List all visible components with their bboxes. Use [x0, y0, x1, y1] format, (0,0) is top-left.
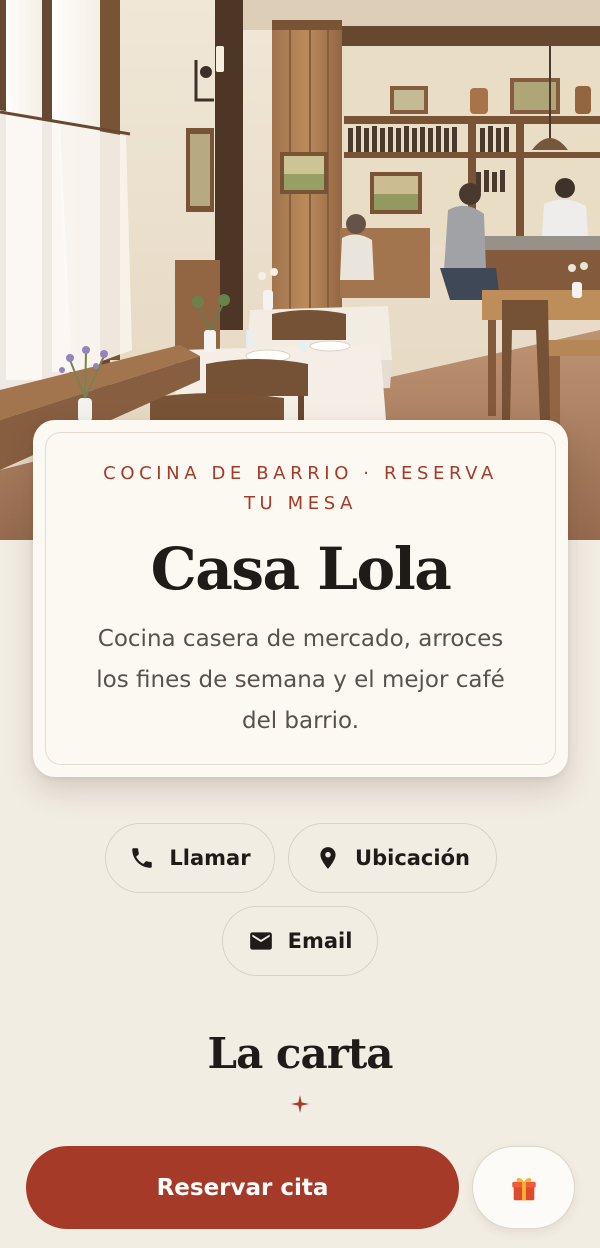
mail-icon [249, 932, 272, 950]
sparkle-icon [291, 1095, 309, 1113]
location-label: Ubicación [355, 846, 470, 870]
call-button[interactable]: Llamar [105, 823, 275, 893]
reserve-label: Reservar cita [156, 1174, 329, 1201]
phone-icon [132, 848, 153, 868]
gift-button[interactable] [472, 1146, 575, 1229]
email-button[interactable]: Email [222, 906, 378, 976]
location-button[interactable]: Ubicación [288, 823, 497, 893]
menu-section-title: La carta [207, 1029, 394, 1078]
location-pin-icon [320, 847, 336, 869]
reserve-button[interactable]: Reservar cita [26, 1146, 459, 1229]
eyebrow-text: COCINA DE BARRIO · RESERVA TU MESA [103, 463, 498, 514]
restaurant-name: Casa Lola [150, 535, 452, 603]
gift-icon [511, 1177, 536, 1200]
intro-card: COCINA DE BARRIO · RESERVA TU MESA Casa … [33, 420, 568, 777]
restaurant-description: Cocina casera de mercado, arroces los fi… [96, 626, 505, 734]
call-label: Llamar [169, 846, 251, 870]
intro-card-frame: COCINA DE BARRIO · RESERVA TU MESA Casa … [45, 432, 556, 765]
email-label: Email [287, 929, 353, 953]
